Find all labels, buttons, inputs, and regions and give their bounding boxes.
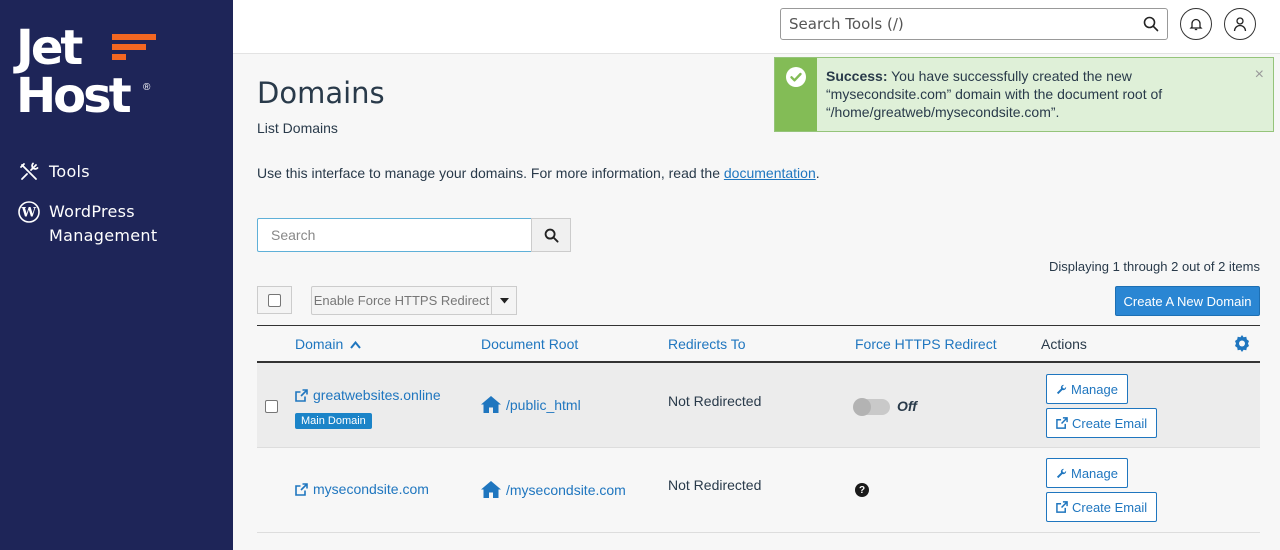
sidebar-item-label: Tools: [49, 162, 90, 181]
logo-accent-bars: [112, 34, 156, 64]
bell-icon: [1189, 18, 1203, 31]
wrench-icon: [1056, 384, 1067, 394]
external-link-icon: [1056, 501, 1068, 513]
search-tools-input[interactable]: [781, 9, 1131, 39]
check-circle-icon: [786, 67, 806, 87]
question-circle-icon[interactable]: ?: [855, 483, 869, 497]
table-header: Domain Document Root Redirects To Force …: [257, 325, 1260, 363]
column-domain[interactable]: Domain: [295, 336, 361, 352]
intro-text: Use this interface to manage your domain…: [257, 165, 820, 181]
close-icon[interactable]: ×: [1255, 66, 1264, 84]
create-email-button[interactable]: Create Email: [1046, 492, 1158, 522]
search-icon[interactable]: [1143, 16, 1159, 35]
external-link-icon: [1056, 417, 1068, 429]
redirects-to-value: Not Redirected: [668, 393, 762, 409]
caret-down-icon: [499, 297, 509, 303]
domain-link[interactable]: mysecondsite.com: [295, 481, 429, 497]
user-menu-button[interactable]: [1224, 8, 1256, 40]
column-redirects-to[interactable]: Redirects To: [668, 336, 746, 352]
main-domain-badge: Main Domain: [295, 413, 372, 429]
search-tools-box: [780, 8, 1168, 40]
top-header: [233, 0, 1280, 54]
alert-icon-bar: [775, 58, 817, 131]
document-root-link[interactable]: /public_html: [481, 396, 581, 413]
search-icon: [544, 228, 559, 243]
notifications-button[interactable]: [1180, 8, 1212, 40]
manage-button[interactable]: Manage: [1046, 374, 1128, 404]
select-all-checkbox[interactable]: [257, 286, 292, 314]
column-document-root[interactable]: Document Root: [481, 336, 578, 352]
wordpress-icon: W: [18, 201, 40, 223]
column-force-https[interactable]: Force HTTPS Redirect: [855, 336, 997, 352]
page-title: Domains: [257, 76, 385, 110]
create-new-domain-button[interactable]: Create A New Domain: [1115, 286, 1260, 316]
document-root-link[interactable]: /mysecondsite.com: [481, 481, 626, 498]
logo-line-1: Jet: [16, 20, 83, 76]
row-checkbox[interactable]: [265, 400, 278, 413]
alert-message: Success: You have successfully created t…: [826, 68, 1163, 120]
external-link-icon: [295, 482, 308, 496]
column-actions: Actions: [1041, 336, 1087, 352]
logo-line-2: Host: [16, 68, 132, 124]
domain-search-button[interactable]: [531, 218, 571, 252]
logo-registered-mark: ®: [143, 82, 151, 93]
redirects-to-value: Not Redirected: [668, 477, 762, 493]
sidebar-item-label: WordPress Management: [49, 202, 158, 245]
sidebar: Jet Host ® Tools W WordPress Management: [0, 0, 233, 550]
sidebar-item-tools[interactable]: Tools: [18, 160, 90, 184]
user-icon: [1233, 17, 1247, 32]
domain-link[interactable]: greatwebsites.online: [295, 387, 441, 403]
bulk-action-dropdown[interactable]: [491, 286, 517, 315]
tools-icon: [18, 161, 40, 183]
home-icon: [481, 396, 501, 413]
toggle-state-label: Off: [897, 398, 917, 414]
create-email-button[interactable]: Create Email: [1046, 408, 1158, 438]
gear-icon[interactable]: [1233, 335, 1251, 356]
table-row: mysecondsite.com /mysecondsite.com Not R…: [257, 448, 1260, 533]
wrench-icon: [1056, 468, 1067, 478]
home-icon: [481, 481, 501, 498]
sidebar-item-wordpress[interactable]: W WordPress Management: [18, 200, 218, 248]
domain-search-input[interactable]: [258, 219, 531, 251]
enable-force-https-button[interactable]: Enable Force HTTPS Redirect: [311, 286, 492, 315]
table-row: greatwebsites.online Main Domain /public…: [257, 363, 1260, 448]
domain-search-box: [257, 218, 532, 252]
sort-ascending-icon: [350, 340, 361, 349]
force-https-toggle[interactable]: [853, 398, 890, 416]
manage-button[interactable]: Manage: [1046, 458, 1128, 488]
domains-table: Domain Document Root Redirects To Force …: [257, 325, 1260, 533]
success-alert: Success: You have successfully created t…: [774, 57, 1274, 132]
svg-text:W: W: [21, 206, 37, 221]
external-link-icon: [295, 388, 308, 402]
pagination-summary: Displaying 1 through 2 out of 2 items: [1048, 259, 1260, 274]
documentation-link[interactable]: documentation: [724, 165, 816, 181]
jethost-logo[interactable]: Jet Host ®: [16, 22, 166, 126]
page-subtitle: List Domains: [257, 120, 338, 136]
